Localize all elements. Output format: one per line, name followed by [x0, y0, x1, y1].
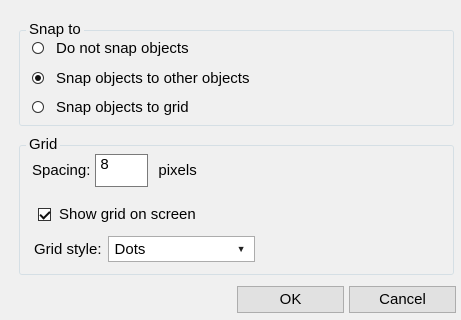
radio-snap-to-grid[interactable]: Snap objects to grid: [32, 97, 189, 117]
cancel-button[interactable]: Cancel: [349, 286, 456, 313]
radio-do-not-snap-label: Do not snap objects: [56, 39, 189, 57]
spacing-label: Spacing:: [32, 162, 91, 179]
snap-to-group: Snap to Do not snap objects Snap objects…: [19, 20, 454, 126]
grid-style-value: Dots: [114, 240, 146, 258]
radio-snap-to-grid-button[interactable]: [32, 101, 44, 113]
ok-button[interactable]: OK: [237, 286, 344, 313]
chevron-down-icon: ▼: [236, 244, 246, 254]
grid-group: Grid Spacing: pixels Show grid on screen…: [19, 135, 454, 275]
spacing-input[interactable]: [95, 154, 149, 187]
spacing-unit-label: pixels: [158, 162, 197, 179]
radio-do-not-snap-button[interactable]: [32, 42, 44, 54]
snap-grid-dialog: Snap to Do not snap objects Snap objects…: [0, 0, 461, 320]
radio-snap-to-objects-button[interactable]: [32, 72, 44, 84]
radio-snap-to-objects[interactable]: Snap objects to other objects: [32, 68, 249, 88]
radio-snap-to-objects-label: Snap objects to other objects: [56, 69, 250, 87]
radio-snap-to-grid-label: Snap objects to grid: [56, 98, 189, 116]
grid-style-row: Grid style: Dots ▼: [34, 236, 255, 262]
show-grid-row[interactable]: Show grid on screen: [38, 204, 196, 224]
snap-to-legend: Snap to: [26, 20, 84, 40]
show-grid-label: Show grid on screen: [59, 205, 196, 223]
show-grid-checkbox[interactable]: [38, 207, 51, 221]
spacing-row: Spacing: pixels: [32, 154, 197, 187]
grid-style-label: Grid style:: [34, 240, 102, 258]
grid-legend: Grid: [26, 135, 61, 155]
radio-do-not-snap[interactable]: Do not snap objects: [32, 38, 189, 58]
grid-style-select[interactable]: Dots ▼: [107, 236, 255, 262]
